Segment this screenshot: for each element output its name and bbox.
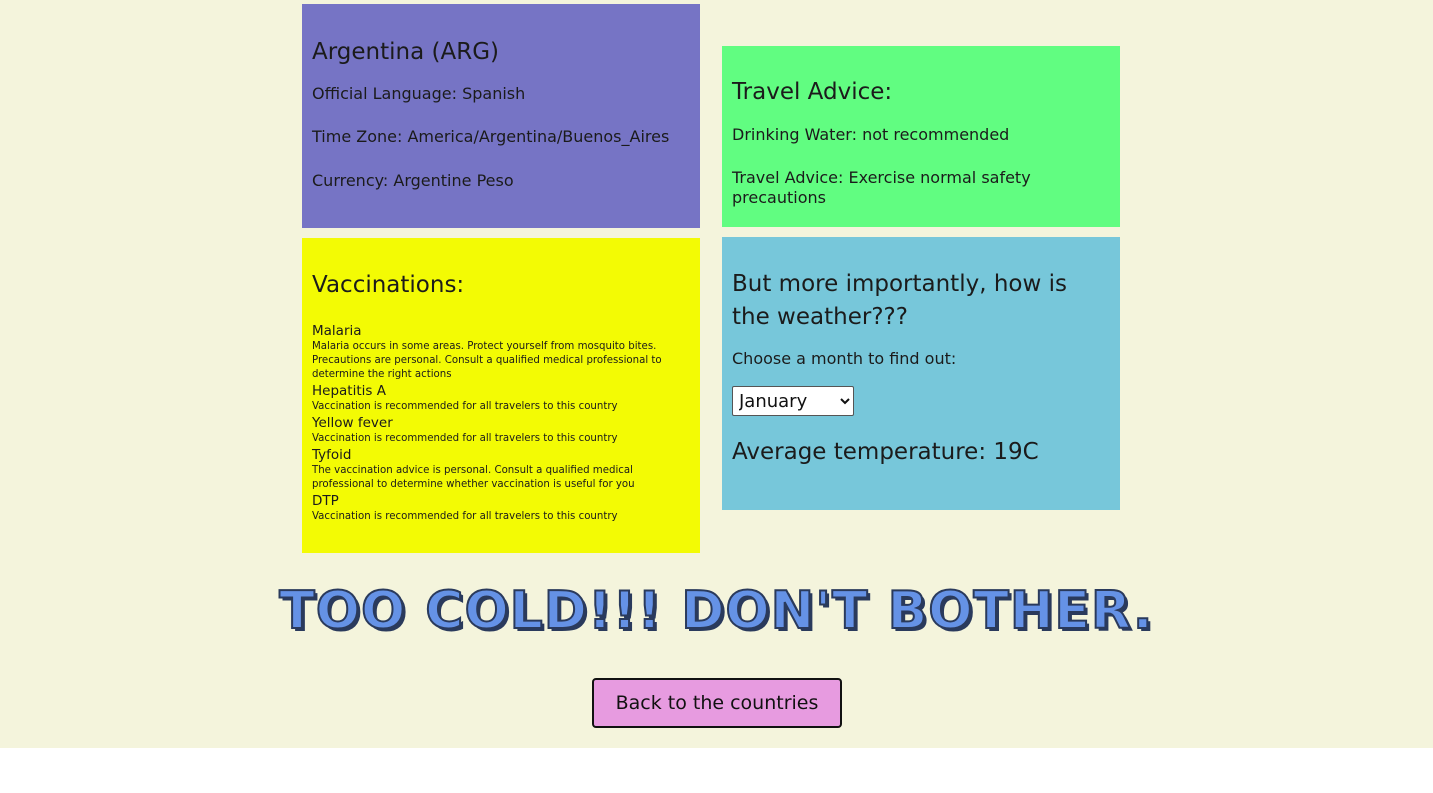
vaccination-item: Tyfoid The vaccination advice is persona… [312, 446, 690, 492]
vaccination-description: The vaccination advice is personal. Cons… [312, 465, 635, 490]
vaccination-name: Hepatitis A [312, 383, 386, 399]
vaccination-name: Tyfoid [312, 447, 352, 463]
weather-card: But more importantly, how is the weather… [722, 237, 1120, 510]
country-info-card: Argentina (ARG) Official Language: Spani… [302, 4, 700, 228]
travel-advice-level: Travel Advice: Exercise normal safety pr… [732, 168, 1031, 207]
currency: Currency: Argentine Peso [312, 171, 514, 190]
vaccination-description: Malaria occurs in some areas. Protect yo… [312, 341, 662, 380]
country-title: Argentina (ARG) [312, 39, 499, 65]
vaccination-name: Yellow fever [312, 415, 393, 431]
vaccination-item: DTP Vaccination is recommended for all t… [312, 492, 690, 524]
drinking-water: Drinking Water: not recommended [732, 125, 1010, 144]
weather-verdict: Too cold!!! Don't bother. [278, 580, 1154, 642]
travel-advice-card: Travel Advice: Drinking Water: not recom… [722, 46, 1120, 227]
vaccination-description: Vaccination is recommended for all trave… [312, 401, 618, 412]
vaccination-item: Yellow fever Vaccination is recommended … [312, 414, 690, 446]
vaccination-item: Malaria Malaria occurs in some areas. Pr… [312, 322, 690, 382]
vaccination-description: Vaccination is recommended for all trave… [312, 433, 618, 444]
average-temperature: Average temperature: 19C [732, 439, 1039, 465]
month-prompt: Choose a month to find out: [732, 349, 957, 368]
official-language: Official Language: Spanish [312, 84, 526, 103]
vaccination-description: Vaccination is recommended for all trave… [312, 511, 618, 522]
vaccinations-heading: Vaccinations: [312, 272, 465, 298]
weather-heading: But more importantly, how is the weather… [732, 271, 1067, 330]
travel-advice-heading: Travel Advice: [732, 79, 893, 105]
page: Argentina (ARG) Official Language: Spani… [0, 0, 1433, 748]
time-zone: Time Zone: America/Argentina/Buenos_Aire… [312, 127, 670, 146]
vaccination-name: DTP [312, 493, 339, 509]
vaccinations-card: Vaccinations: Malaria Malaria occurs in … [302, 238, 700, 553]
back-to-countries-button[interactable]: Back to the countries [592, 678, 842, 728]
month-select[interactable]: January [732, 386, 854, 416]
vaccination-name: Malaria [312, 323, 362, 339]
vaccination-item: Hepatitis A Vaccination is recommended f… [312, 382, 690, 414]
